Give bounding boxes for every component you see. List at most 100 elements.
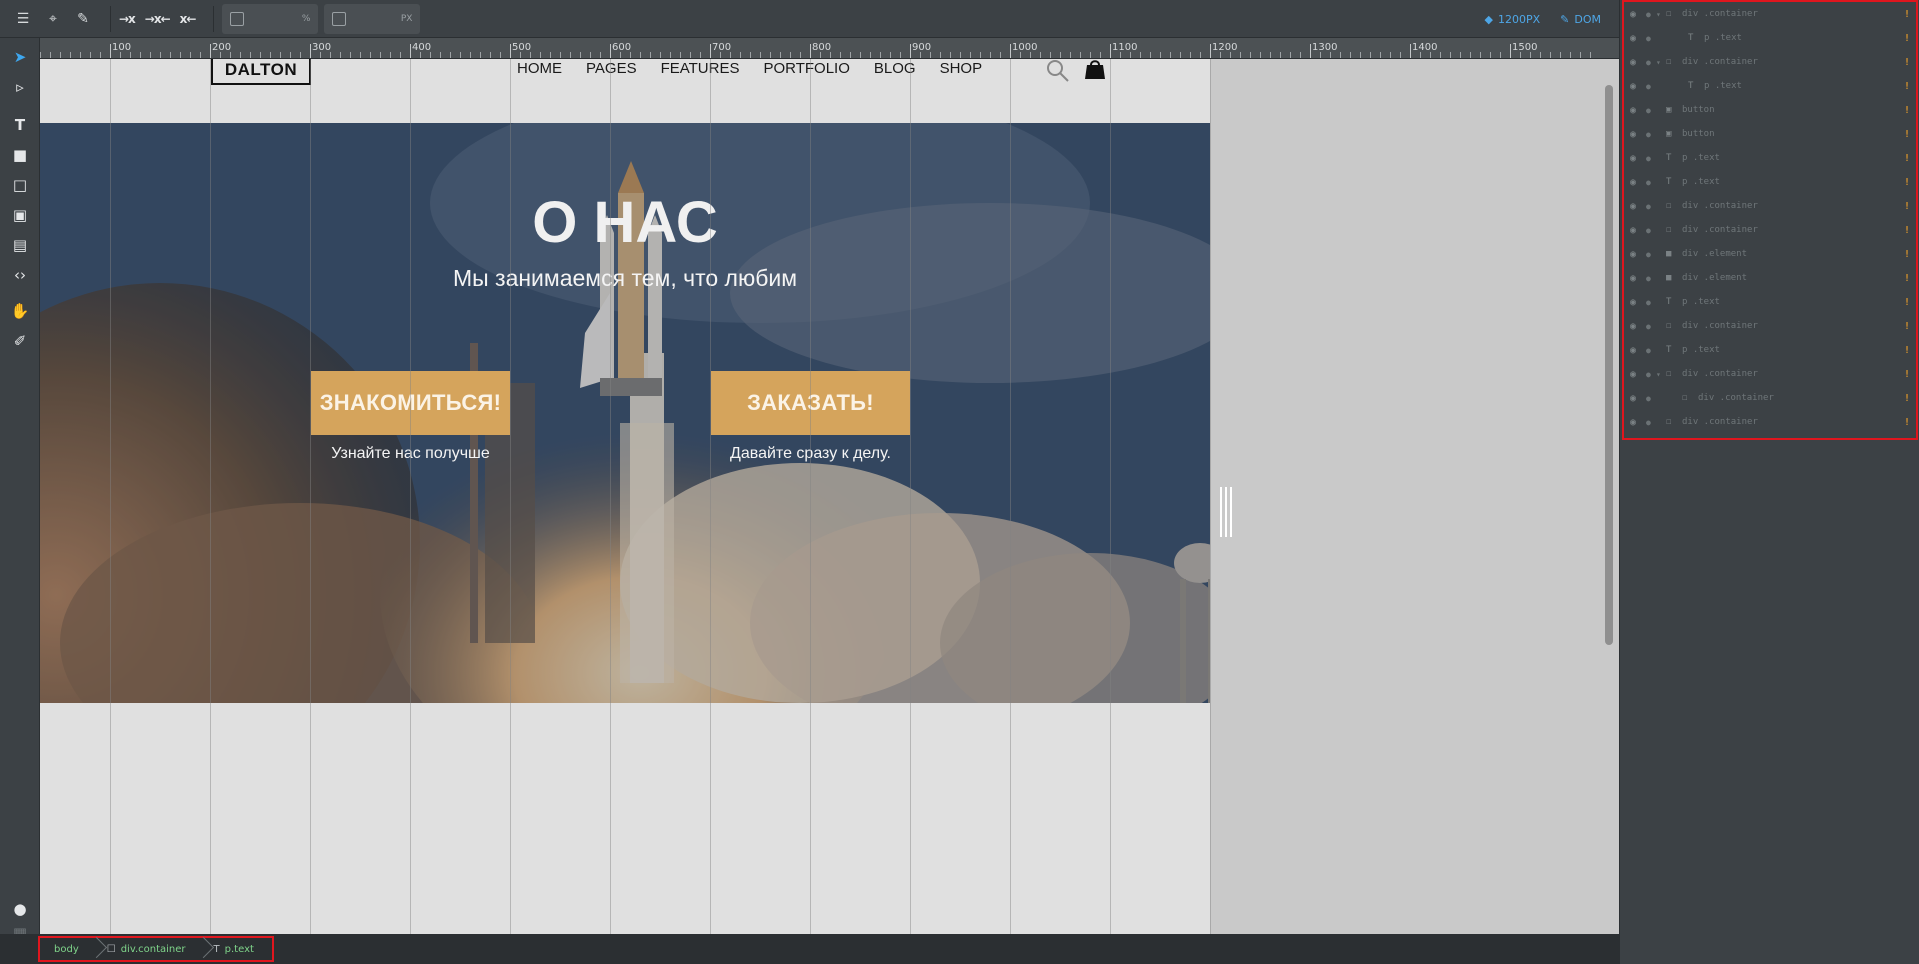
visibility-eye-icon[interactable]: ◉ <box>1630 345 1642 356</box>
ruler-tick <box>210 44 211 58</box>
lock-dot-icon[interactable]: ● <box>1646 34 1656 43</box>
expand-arrow-icon[interactable]: ▾ <box>1656 370 1666 379</box>
visibility-eye-icon[interactable]: ◉ <box>1630 321 1642 332</box>
visibility-eye-icon[interactable]: ◉ <box>1630 105 1642 116</box>
hand-icon[interactable]: ✋ <box>9 300 31 322</box>
layer-row[interactable]: ◉ ● Tp .text! <box>1624 290 1916 314</box>
layer-row[interactable]: ◉ ● ☐ div .container! <box>1624 410 1916 434</box>
eyedropper-icon[interactable]: ✐ <box>9 330 31 352</box>
nav-item-home[interactable]: HOME <box>517 59 562 83</box>
nav-item-features[interactable]: FEATURES <box>661 59 740 83</box>
layer-row[interactable]: ◉ ● Tp .text! <box>1624 170 1916 194</box>
expand-arrow-icon[interactable]: ▾ <box>1656 10 1666 19</box>
visibility-eye-icon[interactable]: ◉ <box>1630 81 1642 92</box>
layer-row[interactable]: ◉ ● ☐ div .container! <box>1624 218 1916 242</box>
shopping-bag-icon[interactable] <box>1084 59 1106 81</box>
hero-title[interactable]: О НАС <box>40 189 1210 256</box>
breadcrumb-body[interactable]: body <box>40 938 93 960</box>
lock-dot-icon[interactable]: ● <box>1646 274 1656 283</box>
align-clear-icon[interactable]: x← <box>180 12 197 26</box>
lock-dot-icon[interactable]: ● <box>1646 106 1656 115</box>
layer-row[interactable]: ◉ ● ▾ ☐ div .container! <box>1624 362 1916 386</box>
rectangle-fill-icon[interactable]: ■ <box>9 144 31 166</box>
element-type-icon: ■ <box>1666 273 1672 283</box>
layer-row[interactable]: ◉ ● Tp .text! <box>1624 74 1916 98</box>
text-tool-icon[interactable]: T <box>9 114 31 136</box>
layer-row[interactable]: ◉ ● ☐ div .container! <box>1624 314 1916 338</box>
width-icon <box>230 11 245 26</box>
lock-dot-icon[interactable]: ● <box>1646 418 1656 427</box>
site-logo[interactable]: DALTON <box>211 59 311 85</box>
visibility-eye-icon[interactable]: ◉ <box>1630 249 1642 260</box>
lock-dot-icon[interactable]: ● <box>1646 394 1656 403</box>
breadcrumb-container[interactable]: ☐ div.container <box>93 938 200 960</box>
layer-row[interactable]: ◉ ● ■ div .element! <box>1624 266 1916 290</box>
visibility-eye-icon[interactable]: ◉ <box>1630 33 1642 44</box>
nav-item-shop[interactable]: SHOP <box>940 59 983 83</box>
visibility-eye-icon[interactable]: ◉ <box>1630 201 1642 212</box>
visibility-eye-icon[interactable]: ◉ <box>1630 129 1642 140</box>
dom-button[interactable]: ✎ DOM <box>1560 13 1601 26</box>
lock-dot-icon[interactable]: ● <box>1646 202 1656 211</box>
lock-dot-icon[interactable]: ● <box>1646 154 1656 163</box>
code-icon[interactable]: ‹› <box>9 264 31 286</box>
nav-item-pages[interactable]: PAGES <box>586 59 637 83</box>
visibility-eye-icon[interactable]: ◉ <box>1630 57 1642 68</box>
hero-section[interactable]: О НАС Мы занимаемся тем, что любим ЗНАКО… <box>40 123 1210 703</box>
layer-row[interactable]: ◉ ● ▣ button! <box>1624 122 1916 146</box>
visibility-eye-icon[interactable]: ◉ <box>1630 273 1642 284</box>
lock-dot-icon[interactable]: ● <box>1646 130 1656 139</box>
lock-dot-icon[interactable]: ● <box>1646 370 1656 379</box>
visibility-eye-icon[interactable]: ◉ <box>1630 153 1642 164</box>
menu-icon[interactable]: ☰ <box>12 8 34 30</box>
rectangle-outline-icon[interactable]: □ <box>9 174 31 196</box>
vertical-scrollbar[interactable] <box>1605 85 1613 645</box>
visibility-eye-icon[interactable]: ◉ <box>1630 369 1642 380</box>
lock-dot-icon[interactable]: ● <box>1646 58 1656 67</box>
horizontal-ruler: 100 200 300 400 500 600 700 800 900 1000 1100 1200 1… <box>40 38 1619 59</box>
layer-row[interactable]: ◉ ● Tp .text! <box>1624 26 1916 50</box>
text-box-icon[interactable]: ▣ <box>9 204 31 226</box>
pin-icon[interactable]: ✎ <box>72 8 94 30</box>
nav-item-portfolio[interactable]: PORTFOLIO <box>763 59 849 83</box>
layer-row[interactable]: ◉ ● ☐ div .container! <box>1624 386 1916 410</box>
expand-arrow-icon[interactable]: ▾ <box>1656 58 1666 67</box>
lock-dot-icon[interactable]: ● <box>1646 322 1656 331</box>
visibility-eye-icon[interactable]: ◉ <box>1630 393 1642 404</box>
align-both-icon[interactable]: →x← <box>145 12 171 26</box>
design-canvas[interactable]: DALTON HOME PAGES FEATURES PORTFOLIO BLO… <box>40 59 1619 934</box>
lock-dot-icon[interactable]: ● <box>1646 82 1656 91</box>
visibility-eye-icon[interactable]: ◉ <box>1630 417 1642 428</box>
layer-row[interactable]: ◉ ● ▾ ☐ div .container! <box>1624 2 1916 26</box>
layer-row[interactable]: ◉ ● Tp .text! <box>1624 338 1916 362</box>
visibility-eye-icon[interactable]: ◉ <box>1630 177 1642 188</box>
search-icon[interactable] <box>1046 59 1070 83</box>
align-arrow-icon[interactable]: →x <box>119 12 136 26</box>
lock-dot-icon[interactable]: ● <box>1646 10 1656 19</box>
layer-row[interactable]: ◉ ● ■ div .element! <box>1624 242 1916 266</box>
lock-dot-icon[interactable]: ● <box>1646 178 1656 187</box>
layer-row[interactable]: ◉ ● ▣ button! <box>1624 98 1916 122</box>
lock-dot-icon[interactable]: ● <box>1646 346 1656 355</box>
image-tool-icon[interactable]: ▤ <box>9 234 31 256</box>
layer-row[interactable]: ◉ ● ▾ ☐ div .container! <box>1624 50 1916 74</box>
user-icon[interactable]: ● <box>9 898 31 920</box>
height-field[interactable]: PX <box>324 3 421 34</box>
breakpoint-button[interactable]: ◆ 1200PX <box>1485 13 1541 26</box>
breadcrumb-text[interactable]: T p.text <box>200 938 268 960</box>
width-field[interactable]: % <box>222 3 319 34</box>
visibility-eye-icon[interactable]: ◉ <box>1630 225 1642 236</box>
lock-dot-icon[interactable]: ● <box>1646 226 1656 235</box>
select-arrow-icon[interactable]: ➤ <box>9 46 31 68</box>
direct-select-icon[interactable]: ▹ <box>9 76 31 98</box>
visibility-eye-icon[interactable]: ◉ <box>1630 297 1642 308</box>
lock-dot-icon[interactable]: ● <box>1646 298 1656 307</box>
visibility-eye-icon[interactable]: ◉ <box>1630 9 1642 20</box>
layer-row[interactable]: ◉ ● ☐ div .container! <box>1624 194 1916 218</box>
resize-handle[interactable] <box>1220 487 1236 537</box>
layer-row[interactable]: ◉ ● Tp .text! <box>1624 146 1916 170</box>
hero-subtitle[interactable]: Мы занимаемся тем, что любим <box>40 265 1210 292</box>
target-icon[interactable]: ⌖ <box>42 8 64 30</box>
page-frame[interactable]: DALTON HOME PAGES FEATURES PORTFOLIO BLO… <box>40 59 1211 934</box>
lock-dot-icon[interactable]: ● <box>1646 250 1656 259</box>
